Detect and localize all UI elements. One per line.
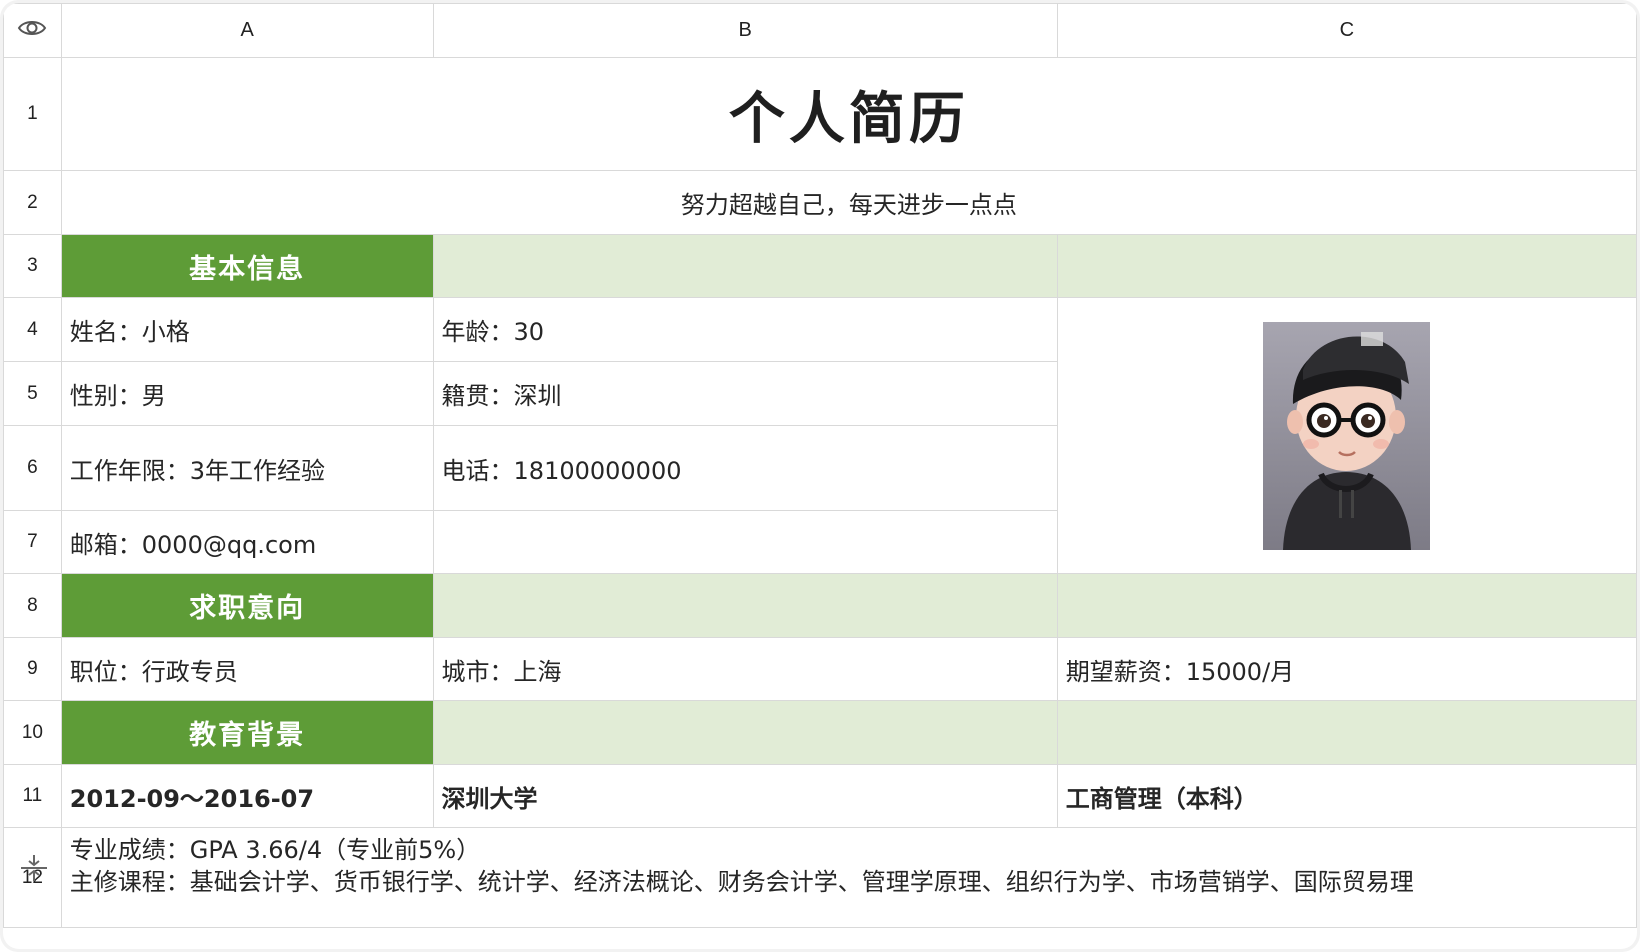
empty-cell-c8[interactable] bbox=[1056, 573, 1637, 638]
photo-cell[interactable] bbox=[1056, 297, 1637, 574]
empty-cell-c3[interactable] bbox=[1056, 234, 1637, 298]
city-cell[interactable]: 城市：上海 bbox=[432, 637, 1058, 701]
hometown-cell[interactable]: 籍贯：深圳 bbox=[432, 361, 1058, 426]
row-header-7[interactable]: 7 bbox=[3, 510, 62, 574]
section-basic-info[interactable]: 基本信息 bbox=[60, 234, 434, 298]
section-job-intent[interactable]: 求职意向 bbox=[60, 573, 434, 638]
edu-courses-line: 主修课程：基础会计学、货币银行学、统计学、经济法概论、财务会计学、管理学原理、组… bbox=[69, 868, 1414, 896]
empty-cell-c10[interactable] bbox=[1056, 700, 1637, 765]
email-cell[interactable]: 邮箱：0000@qq.com bbox=[60, 510, 434, 574]
row-header-5[interactable]: 5 bbox=[3, 361, 62, 426]
spreadsheet-window: A B C 1 个人简历 2 努力超越自己，每天进步一点点 3 基本信息 4 姓… bbox=[0, 0, 1640, 952]
column-header-c[interactable]: C bbox=[1056, 3, 1637, 58]
column-header-a[interactable]: A bbox=[60, 3, 434, 58]
title-cell[interactable]: 个人简历 bbox=[60, 57, 1637, 171]
corner-cell[interactable] bbox=[3, 3, 62, 58]
edu-period-cell[interactable]: 2012-09～2016-07 bbox=[60, 764, 434, 828]
sheet-grid: A B C 1 个人简历 2 努力超越自己，每天进步一点点 3 基本信息 4 姓… bbox=[3, 3, 1637, 928]
row-resize-icon[interactable] bbox=[17, 853, 51, 883]
phone-cell[interactable]: 电话：18100000000 bbox=[432, 425, 1058, 511]
name-cell[interactable]: 姓名：小格 bbox=[60, 297, 434, 362]
row-header-9[interactable]: 9 bbox=[3, 637, 62, 701]
row-header-2[interactable]: 2 bbox=[3, 170, 62, 235]
edu-major-cell[interactable]: 工商管理（本科） bbox=[1056, 764, 1637, 828]
age-cell[interactable]: 年龄：30 bbox=[432, 297, 1058, 362]
experience-cell[interactable]: 工作年限：3年工作经验 bbox=[60, 425, 434, 511]
edu-school-cell[interactable]: 深圳大学 bbox=[432, 764, 1058, 828]
section-education[interactable]: 教育背景 bbox=[60, 700, 434, 765]
position-cell[interactable]: 职位：行政专员 bbox=[60, 637, 434, 701]
empty-cell-b8[interactable] bbox=[432, 573, 1058, 638]
empty-cell-b3[interactable] bbox=[432, 234, 1058, 298]
row-header-4[interactable]: 4 bbox=[3, 297, 62, 362]
row-header-1[interactable]: 1 bbox=[3, 57, 62, 171]
empty-cell-b10[interactable] bbox=[432, 700, 1058, 765]
motto-cell[interactable]: 努力超越自己，每天进步一点点 bbox=[60, 170, 1637, 235]
avatar-photo bbox=[1263, 321, 1431, 550]
resume-sheet: A B C 1 个人简历 2 努力超越自己，每天进步一点点 3 基本信息 4 姓… bbox=[3, 3, 1637, 949]
gender-cell[interactable]: 性别：男 bbox=[60, 361, 434, 426]
eye-icon[interactable] bbox=[17, 18, 47, 38]
row-header-8[interactable]: 8 bbox=[3, 573, 62, 638]
row-header-10[interactable]: 10 bbox=[3, 700, 62, 765]
salary-cell[interactable]: 期望薪资：15000/月 bbox=[1056, 637, 1637, 701]
empty-cell-b7[interactable] bbox=[432, 510, 1058, 574]
edu-details-cell[interactable]: 专业成绩：GPA 3.66/4（专业前5%） 主修课程：基础会计学、货币银行学、… bbox=[60, 827, 1637, 928]
row-header-6[interactable]: 6 bbox=[3, 425, 62, 511]
row-header-11[interactable]: 11 bbox=[3, 764, 62, 828]
edu-gpa-line: 专业成绩：GPA 3.66/4（专业前5%） bbox=[69, 836, 481, 864]
row-header-3[interactable]: 3 bbox=[3, 234, 62, 298]
column-header-b[interactable]: B bbox=[432, 3, 1058, 58]
